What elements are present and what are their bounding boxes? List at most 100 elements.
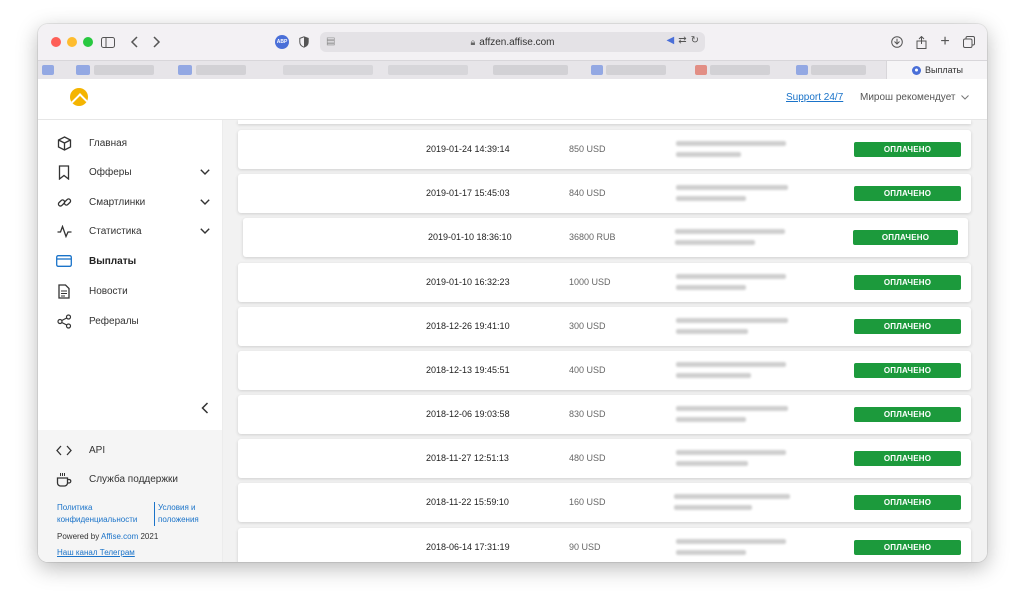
recommend-menu[interactable]: Мирош рекомендует bbox=[860, 92, 969, 103]
sidebar-item-smartlinks[interactable]: Смартлинки bbox=[38, 189, 222, 215]
reload-icon[interactable]: ↻ bbox=[691, 35, 699, 46]
coffee-icon bbox=[56, 471, 72, 487]
payout-date: 2019-01-10 16:32:23 bbox=[426, 277, 510, 287]
tabs-overview-icon[interactable] bbox=[962, 33, 976, 51]
sidebar-item-support[interactable]: Служба поддержки bbox=[38, 467, 222, 491]
sidebar-item-home[interactable]: Главная bbox=[38, 130, 222, 156]
payout-amount: 160 USD bbox=[569, 497, 606, 507]
status-badge: ОПЛАЧЕНО bbox=[854, 186, 961, 201]
table-row[interactable]: 2018-11-22 15:59:10 160 USD ОПЛАЧЕНО bbox=[238, 483, 971, 522]
redacted-details bbox=[675, 240, 755, 245]
blurred-tab[interactable] bbox=[591, 65, 603, 75]
sidebar-footer: API Служба поддержки Политика конфиденци… bbox=[38, 430, 222, 562]
blurred-tab[interactable] bbox=[388, 65, 468, 75]
chevron-down-icon[interactable] bbox=[200, 167, 210, 177]
payout-date: 2018-12-26 19:41:10 bbox=[426, 321, 510, 331]
affise-logo[interactable] bbox=[70, 88, 88, 106]
table-row[interactable]: 2018-06-14 17:31:19 90 USD ОПЛАЧЕНО bbox=[238, 528, 971, 562]
sidebar: Главная Офферы Смартлинки Статистика Вып… bbox=[38, 120, 223, 562]
blurred-tab[interactable] bbox=[606, 65, 666, 75]
chevron-down-icon bbox=[960, 95, 969, 100]
redacted-details bbox=[676, 373, 751, 378]
redacted-details bbox=[676, 362, 786, 367]
close-window-button[interactable] bbox=[51, 37, 61, 47]
blurred-tab[interactable] bbox=[796, 65, 808, 75]
status-badge: ОПЛАЧЕНО bbox=[854, 142, 961, 157]
new-tab-icon[interactable]: + bbox=[938, 33, 952, 51]
minimize-window-button[interactable] bbox=[67, 37, 77, 47]
sidebar-item-offers[interactable]: Офферы bbox=[38, 159, 222, 185]
address-bar[interactable]: ▤ 🔒︎ affzen.affise.com ◀︎ ⇄ ↻ bbox=[320, 32, 705, 52]
blurred-tab[interactable] bbox=[196, 65, 246, 75]
bookmark-icon bbox=[56, 164, 72, 180]
table-row[interactable]: 2018-11-27 12:51:13 480 USD ОПЛАЧЕНО bbox=[238, 439, 971, 478]
blurred-tab[interactable] bbox=[178, 65, 192, 75]
share-button-icon[interactable] bbox=[914, 33, 928, 51]
table-row[interactable]: 2019-01-10 16:32:23 1000 USD ОПЛАЧЕНО bbox=[238, 263, 971, 302]
profile-icon: ● bbox=[912, 65, 921, 75]
redacted-details bbox=[676, 417, 746, 422]
blurred-tab[interactable] bbox=[695, 65, 707, 75]
payout-date: 2018-11-22 15:59:10 bbox=[426, 497, 509, 507]
sidebar-toggle-icon[interactable] bbox=[100, 33, 116, 51]
redacted-details bbox=[676, 196, 746, 201]
table-row[interactable]: 2019-01-24 14:39:14 850 USD ОПЛАЧЕНО bbox=[238, 130, 971, 169]
table-row[interactable]: 2018-12-26 19:41:10 300 USD ОПЛАЧЕНО bbox=[238, 307, 971, 346]
payout-amount: 830 USD bbox=[569, 409, 606, 419]
active-tab-label: Выплаты bbox=[925, 65, 963, 75]
sidebar-item-payouts[interactable]: Выплаты bbox=[38, 248, 222, 274]
payout-date: 2018-12-06 19:03:58 bbox=[426, 409, 510, 419]
redacted-details bbox=[676, 185, 788, 190]
chevron-down-icon[interactable] bbox=[200, 197, 210, 207]
recommend-menu-label: Мирош рекомендует bbox=[860, 92, 956, 103]
maximize-window-button[interactable] bbox=[83, 37, 93, 47]
translate-icon[interactable]: ⇄ bbox=[678, 35, 686, 46]
status-badge: ОПЛАЧЕНО bbox=[854, 363, 961, 378]
download-icon[interactable] bbox=[890, 33, 904, 51]
sidebar-item-referrals[interactable]: Рефералы bbox=[38, 308, 222, 334]
privacy-policy-link[interactable]: Политика конфиденциальности bbox=[57, 502, 137, 526]
status-badge: ОПЛАЧЕНО bbox=[854, 540, 961, 555]
forward-icon[interactable] bbox=[151, 33, 163, 51]
table-row[interactable]: 2018-12-06 19:03:58 830 USD ОПЛАЧЕНО bbox=[238, 395, 971, 434]
sidebar-item-news[interactable]: Новости bbox=[38, 278, 222, 304]
browser-window: ABP ▤ 🔒︎ affzen.affise.com ◀︎ ⇄ ↻ + ● Вы… bbox=[38, 24, 987, 562]
redacted-details bbox=[676, 318, 788, 323]
redacted-details bbox=[676, 329, 748, 334]
blurred-tab[interactable] bbox=[283, 65, 373, 75]
collapse-sidebar-icon[interactable] bbox=[201, 401, 211, 414]
payout-amount: 1000 USD bbox=[569, 277, 611, 287]
redacted-details bbox=[676, 450, 786, 455]
back-icon[interactable] bbox=[128, 33, 140, 51]
blurred-tab[interactable] bbox=[76, 65, 90, 75]
support-link[interactable]: Support 24/7 bbox=[786, 92, 843, 103]
payout-amount: 480 USD bbox=[569, 453, 606, 463]
redacted-details bbox=[676, 274, 786, 279]
blurred-tab[interactable] bbox=[493, 65, 568, 75]
code-icon bbox=[56, 442, 72, 458]
affise-link[interactable]: Affise.com bbox=[101, 532, 138, 541]
blurred-tab[interactable] bbox=[42, 65, 54, 75]
speaker-icon[interactable]: ◀︎ bbox=[667, 35, 675, 46]
blurred-tab[interactable] bbox=[811, 65, 866, 75]
status-badge: ОПЛАЧЕНО bbox=[854, 319, 961, 334]
blurred-tab[interactable] bbox=[94, 65, 154, 75]
adblock-icon[interactable]: ABP bbox=[274, 33, 290, 51]
table-row[interactable]: 2019-01-10 18:36:10 36800 RUB ОПЛАЧЕНО bbox=[243, 218, 968, 257]
table-row[interactable]: 2019-01-17 15:45:03 840 USD ОПЛАЧЕНО bbox=[238, 174, 971, 213]
redacted-details bbox=[676, 406, 788, 411]
table-row[interactable]: 2018-12-13 19:45:51 400 USD ОПЛАЧЕНО bbox=[238, 351, 971, 390]
telegram-link[interactable]: Наш канал Телеграм bbox=[57, 547, 135, 559]
redacted-details bbox=[676, 152, 741, 157]
status-badge: ОПЛАЧЕНО bbox=[854, 407, 961, 422]
active-tab[interactable]: ● Выплаты bbox=[886, 61, 987, 79]
chevron-down-icon[interactable] bbox=[200, 226, 210, 236]
sidebar-item-statistics[interactable]: Статистика bbox=[38, 218, 222, 244]
payout-amount: 90 USD bbox=[569, 542, 601, 552]
sidebar-item-api[interactable]: API bbox=[38, 438, 222, 462]
blurred-tab[interactable] bbox=[710, 65, 770, 75]
shield-icon[interactable] bbox=[297, 33, 311, 51]
terms-link[interactable]: Условия и положения bbox=[154, 502, 199, 526]
payout-amount: 850 USD bbox=[569, 144, 606, 154]
tab-bar: ● Выплаты bbox=[38, 60, 987, 79]
